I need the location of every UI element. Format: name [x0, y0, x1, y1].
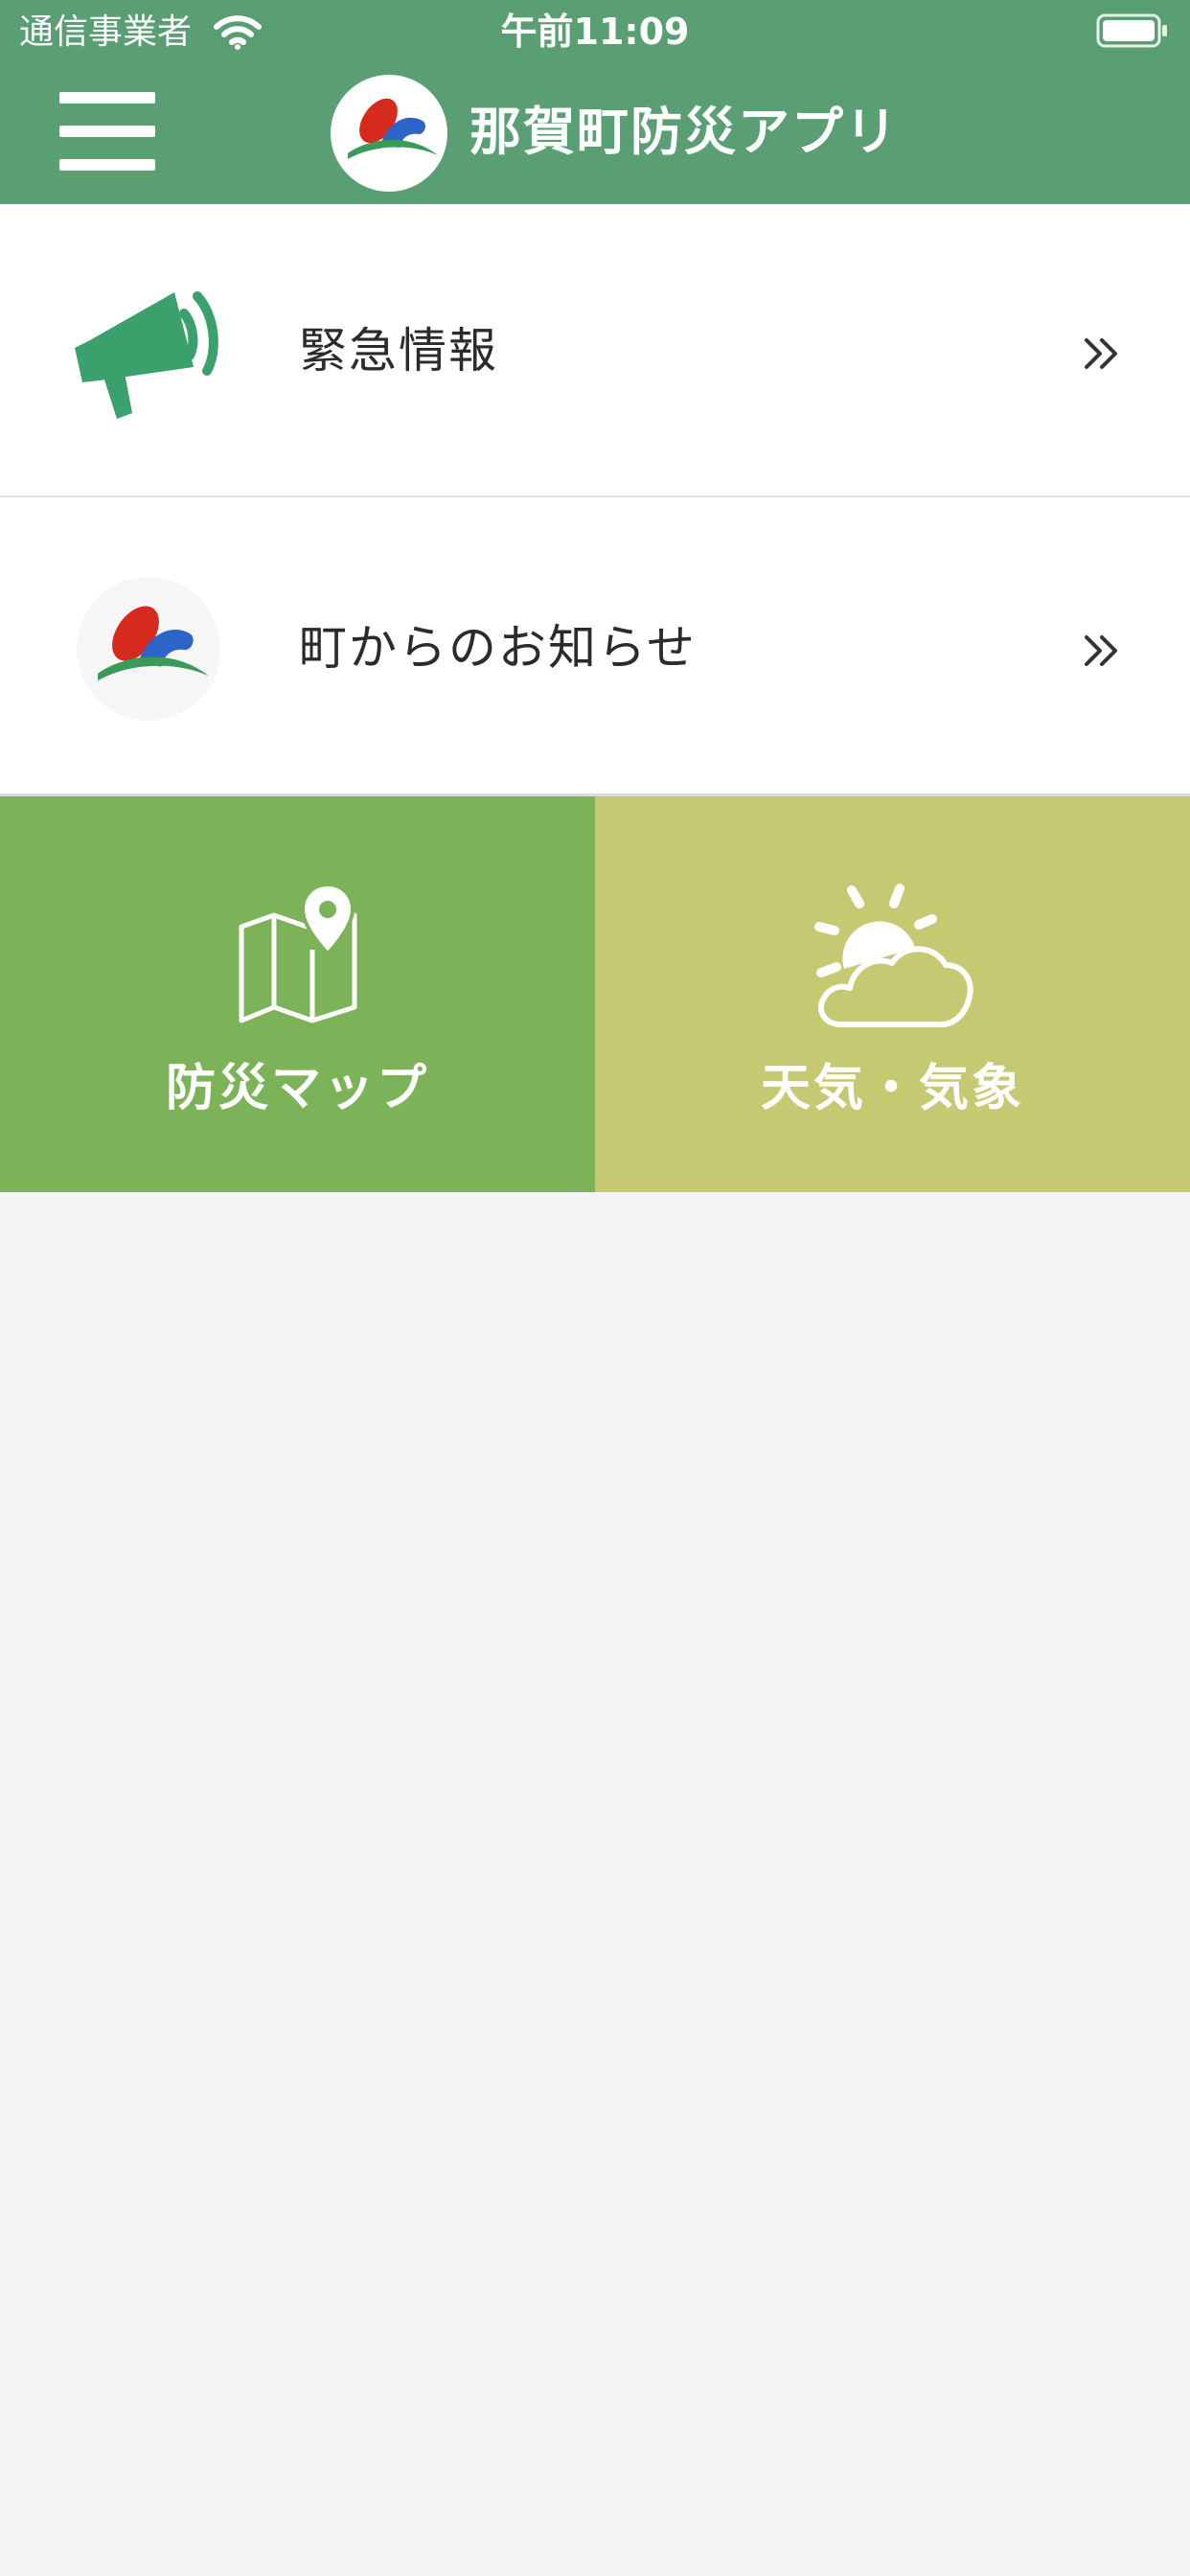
app-title: 那賀町防災アプリ — [469, 102, 899, 162]
list-item-town-notices[interactable]: 町からのお知らせ — [0, 497, 1190, 796]
content-area — [0, 1192, 1190, 2576]
status-bar: 通信事業者 午前11:09 — [0, 0, 1190, 63]
list-item-label: 町からのお知らせ — [299, 620, 697, 676]
sun-cloud-icon — [813, 884, 973, 1027]
map-pin-icon — [239, 882, 356, 1024]
tile-weather[interactable]: 天気・気象 — [595, 796, 1190, 1192]
app-header: 通信事業者 午前11:09 那賀町防災アプリ — [0, 0, 1190, 204]
megaphone-icon — [75, 291, 218, 419]
battery-full-icon — [1096, 13, 1167, 48]
town-emblem-icon — [98, 606, 209, 681]
town-emblem-icon — [348, 98, 438, 159]
double-chevron-right-icon — [1085, 338, 1117, 369]
notice-logo — [77, 577, 220, 721]
list-item-label: 緊急情報 — [299, 323, 498, 379]
list-item-emergency[interactable]: 緊急情報 — [0, 204, 1190, 497]
double-chevron-right-icon — [1085, 635, 1117, 666]
tile-label: 防災マップ — [165, 1060, 429, 1117]
status-time: 午前11:09 — [500, 11, 690, 53]
tile-label: 天気・気象 — [760, 1060, 1024, 1117]
tile-disaster-map[interactable]: 防災マップ — [0, 796, 595, 1192]
app-logo — [331, 75, 447, 192]
menu-button[interactable] — [50, 82, 155, 180]
